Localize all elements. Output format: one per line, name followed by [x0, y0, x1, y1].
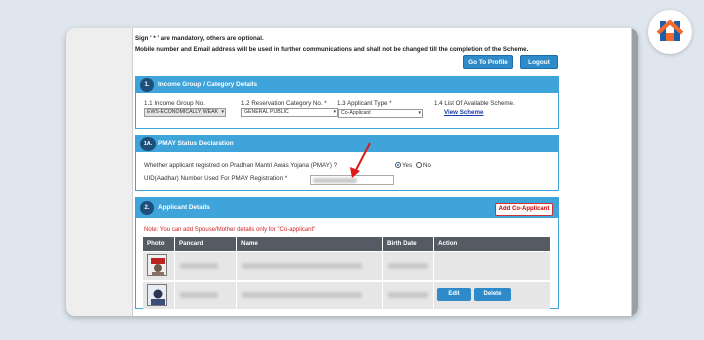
name-redacted [242, 292, 362, 298]
column-header-name: Name [237, 237, 382, 251]
cell-divider [382, 252, 383, 280]
co-applicant-note: Note: You can add Spouse/Mother details … [144, 227, 316, 233]
cell-divider [174, 252, 175, 280]
cell-divider [236, 282, 237, 309]
photo-image [148, 255, 166, 275]
column-header-birth-date: Birth Date [383, 237, 433, 251]
column-header-action: Action [434, 237, 550, 251]
add-co-applicant-button[interactable]: Add Co-Applicant [495, 203, 553, 216]
panel-title: Applicant Details [158, 204, 210, 211]
column-header-photo: Photo [143, 237, 174, 251]
delete-button[interactable]: Delete [474, 288, 511, 301]
applicant-photo [147, 254, 167, 276]
cell-divider [174, 282, 175, 309]
cell-divider [433, 282, 434, 309]
pancard-redacted [180, 263, 218, 269]
birth-date-redacted [388, 292, 428, 298]
cell-divider [382, 282, 383, 309]
pancard-redacted [180, 292, 218, 298]
photo-image [148, 285, 166, 305]
name-redacted [242, 263, 362, 269]
birth-date-redacted [388, 263, 428, 269]
column-header-pancard: Pancard [175, 237, 236, 251]
step-badge: 2. [140, 201, 154, 215]
edit-button[interactable]: Edit [437, 288, 471, 301]
applicant-photo [147, 284, 167, 306]
cell-divider [236, 252, 237, 280]
cell-divider [433, 252, 434, 280]
